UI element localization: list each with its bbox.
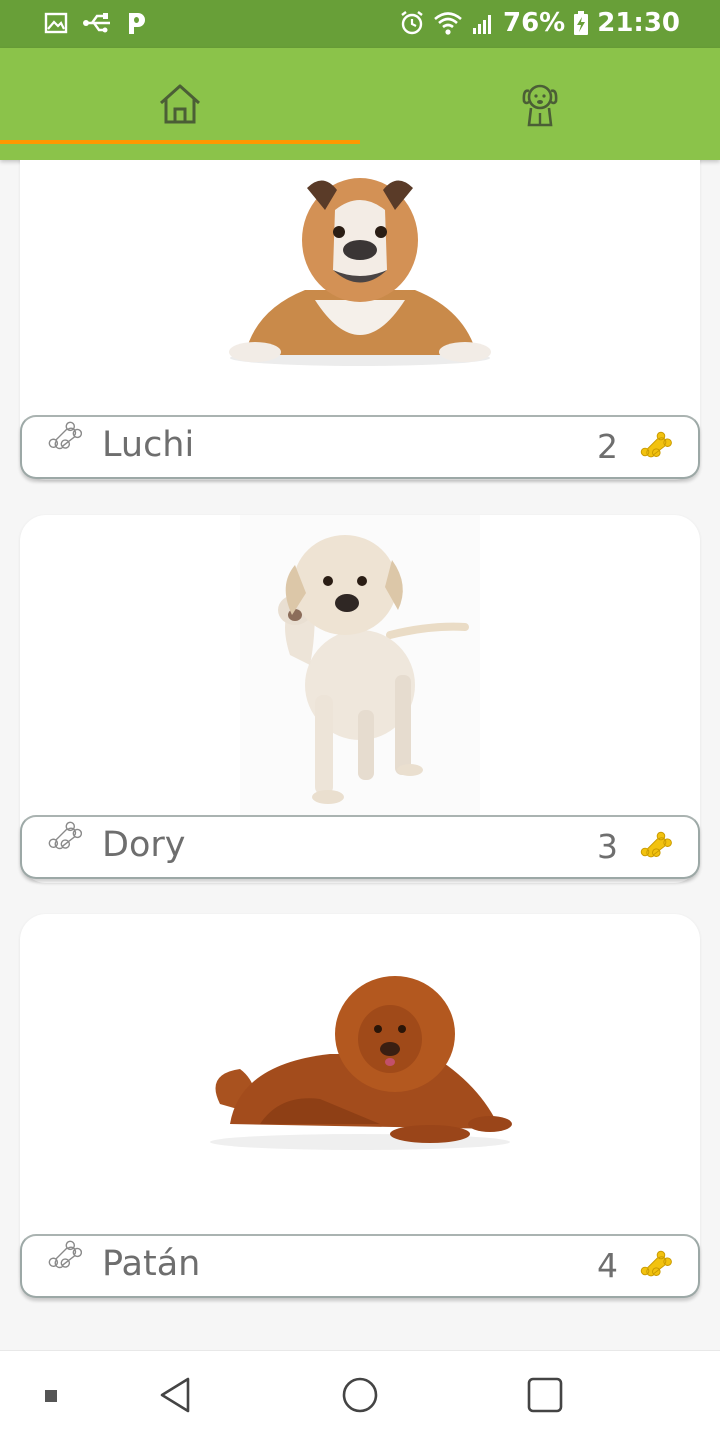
likes-count: 3 [597, 827, 618, 866]
dog-card[interactable]: Dory 3 [20, 515, 700, 883]
bone-filled-icon[interactable] [640, 1250, 672, 1282]
signal-icon [473, 15, 491, 34]
usb-icon [83, 13, 110, 33]
home-circle-icon[interactable] [341, 1375, 379, 1415]
dog-card[interactable]: Patán 4 [20, 914, 700, 1298]
bone-outline-icon[interactable] [48, 1240, 82, 1274]
tab-indicator [0, 140, 360, 144]
image-icon [44, 12, 68, 34]
labrador-puppy-photo [20, 515, 700, 815]
dog-name: Luchi [102, 425, 195, 465]
bone-filled-icon[interactable] [640, 831, 672, 863]
dog-name: Patán [102, 1244, 201, 1284]
back-icon[interactable] [158, 1375, 192, 1415]
home-icon [159, 84, 201, 124]
tab-bar [0, 48, 720, 160]
system-nav-bar [0, 1350, 720, 1441]
dog-name: Dory [102, 825, 186, 865]
bulldog-photo [20, 170, 700, 370]
parking-icon [129, 13, 145, 34]
dog-name-bar[interactable]: Luchi 2 [20, 415, 700, 479]
bone-filled-icon[interactable] [640, 431, 672, 463]
dog-name-bar[interactable]: Dory 3 [20, 815, 700, 879]
alarm-icon [401, 11, 423, 35]
dog-icon [522, 84, 558, 127]
dog-card[interactable]: Luchi 2 [20, 160, 700, 480]
status-bar: 76% 21:30 [0, 0, 720, 48]
bone-outline-icon[interactable] [48, 821, 82, 855]
tab-pets[interactable] [360, 48, 720, 160]
dog-list[interactable]: Luchi 2 Dory 3 Patán 4 [0, 160, 720, 1350]
likes-count: 2 [597, 427, 618, 466]
square-dot-icon[interactable] [44, 1389, 58, 1403]
dog-name-bar[interactable]: Patán 4 [20, 1234, 700, 1298]
battery-charging-icon [574, 11, 589, 35]
tibetan-mastiff-photo [20, 974, 700, 1154]
wifi-icon [434, 12, 462, 35]
recents-icon[interactable] [526, 1375, 564, 1415]
likes-count: 4 [597, 1246, 618, 1285]
battery-percent: 76% [503, 8, 566, 38]
clock: 21:30 [597, 8, 680, 38]
bone-outline-icon[interactable] [48, 421, 82, 455]
